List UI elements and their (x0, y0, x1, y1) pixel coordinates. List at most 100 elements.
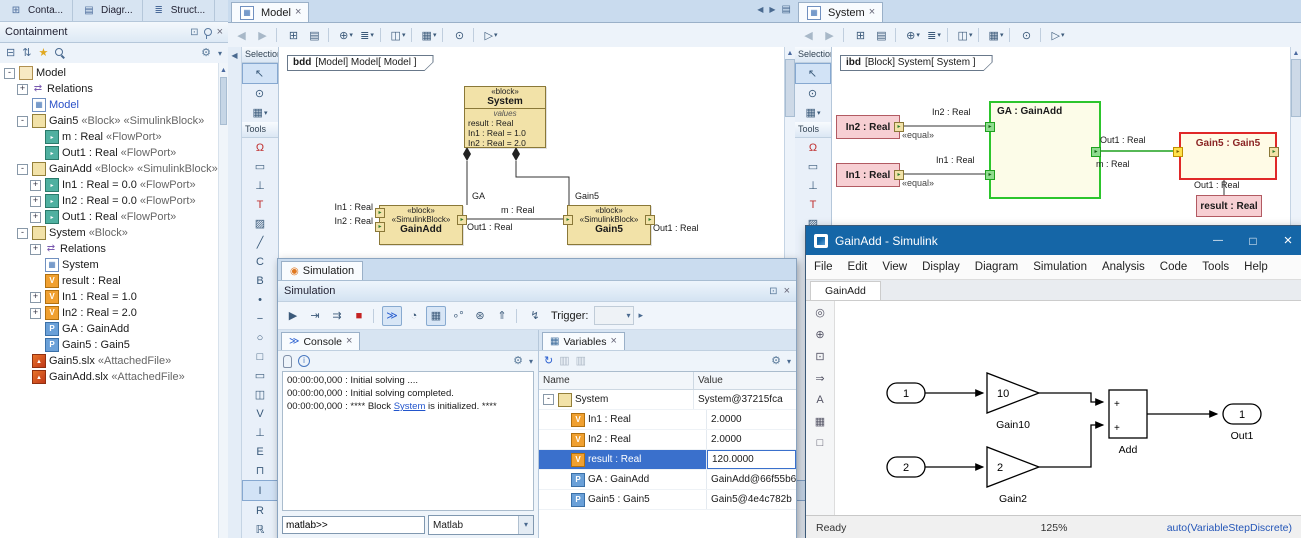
close-tab-icon[interactable] (295, 7, 301, 18)
pin-icon[interactable] (204, 28, 212, 36)
tree-item[interactable]: - Gain5 «Block» «SimulinkBlock» (0, 113, 219, 129)
sticky-selection-icon[interactable]: ⊙ (242, 84, 278, 103)
menu-item[interactable]: Edit (848, 261, 868, 273)
compartment-tool-icon[interactable]: ◫ (242, 385, 278, 404)
part-tool-icon[interactable]: ⊓ (242, 461, 278, 480)
expander-icon[interactable]: + (30, 180, 41, 191)
animation-icon[interactable]: ◔ (404, 306, 424, 326)
gain5-m-port-highlighted[interactable] (1173, 147, 1183, 157)
tree-item[interactable]: + In2 : Real = 0.0 «FlowPort» (0, 193, 219, 209)
containment-tool-icon[interactable]: C (242, 252, 278, 271)
chevron-down-icon[interactable] (218, 48, 222, 59)
language-select[interactable]: Matlab (428, 515, 534, 535)
model-browser-icon[interactable]: □ (817, 437, 824, 449)
tree-item[interactable]: GA : GainAdd (0, 321, 219, 337)
terminate-icon[interactable]: ■ (349, 306, 369, 326)
tree-item[interactable]: result : Real (0, 273, 219, 289)
tree-item[interactable]: + In2 : Real = 2.0 (0, 305, 219, 321)
show-hide-icon[interactable]: ◫ ▾ (955, 25, 975, 45)
system-link[interactable]: System (394, 401, 426, 412)
expander-icon[interactable]: + (30, 292, 41, 303)
text-tool-icon[interactable]: T (795, 195, 831, 214)
in1-flow-part[interactable]: In1 : Real (836, 163, 900, 187)
menu-item[interactable]: Analysis (1102, 261, 1145, 273)
in2-port[interactable] (375, 222, 385, 232)
run-icon[interactable]: ▷ ▾ (1048, 25, 1068, 45)
block-tool-icon[interactable]: B (242, 271, 278, 290)
gain5-block[interactable]: «block» «SimulinkBlock» Gain5 (567, 205, 651, 245)
select-tool-icon[interactable]: ↖ (242, 63, 278, 84)
common-tools-icon[interactable]: ▦ ▾ (795, 103, 831, 122)
column-value[interactable]: Value (694, 372, 796, 389)
expander-icon[interactable]: - (4, 68, 15, 79)
dock-tab[interactable]: Struct... (143, 0, 215, 21)
tree-item[interactable]: + Relations (0, 81, 219, 97)
save-image-icon[interactable]: ▤ (305, 25, 325, 45)
search-icon[interactable]: ⊙ (450, 25, 470, 45)
port-tool-icon[interactable]: ⊥ (242, 423, 278, 442)
simulink-titlebar[interactable]: GainAdd - Simulink (806, 226, 1301, 255)
magnet-tool-icon[interactable]: Ω (242, 138, 278, 157)
refresh-icon[interactable] (544, 356, 553, 367)
note-tool-icon[interactable]: ▭ (795, 157, 831, 176)
maximize-icon[interactable] (1239, 226, 1267, 255)
search-icon[interactable]: ⊙ (1017, 25, 1037, 45)
run-icon[interactable]: ▶ (283, 306, 303, 326)
interface-tool-icon[interactable]: I (242, 480, 278, 501)
layout-icon[interactable]: ≣ ▾ (924, 25, 944, 45)
gear-icon[interactable] (771, 356, 781, 367)
anchor-tool-icon[interactable]: ⊥ (795, 176, 831, 195)
matlab-input[interactable] (282, 516, 425, 534)
expander-icon[interactable]: - (17, 164, 28, 175)
separator[interactable] (328, 28, 333, 42)
separator[interactable] (895, 28, 900, 42)
tab-console[interactable]: Console (281, 332, 360, 350)
export-icon[interactable]: ⇑ (492, 306, 512, 326)
separator[interactable] (947, 28, 952, 42)
tree-item[interactable]: - GainAdd «Block» «SimulinkBlock» (0, 161, 219, 177)
trigger-icon[interactable]: ↯ (525, 306, 545, 326)
back-icon[interactable]: ◀ (232, 25, 252, 45)
export-table-icon[interactable] (559, 356, 569, 367)
expander-icon[interactable]: + (30, 196, 41, 207)
tree-item[interactable]: - Model (0, 65, 219, 81)
sticky-selection-icon[interactable]: ⊙ (795, 84, 831, 103)
separator-tool-icon[interactable]: ╱ (242, 233, 278, 252)
menu-item[interactable]: Diagram (975, 261, 1018, 273)
separator[interactable] (380, 28, 385, 42)
back-icon[interactable]: ◀ (799, 25, 819, 45)
run-icon[interactable]: ▷ ▾ (481, 25, 501, 45)
menu-item[interactable]: Help (1244, 261, 1268, 273)
tab-system[interactable]: System (798, 2, 883, 22)
search-icon[interactable] (55, 48, 66, 59)
scroll-up-icon[interactable] (1293, 47, 1300, 58)
layout-icon[interactable]: ≣ ▾ (357, 25, 377, 45)
common-tools-icon[interactable]: ▦ ▾ (242, 103, 278, 122)
annotation-icon[interactable]: A (816, 394, 823, 406)
gain5-out1-port[interactable] (1269, 147, 1279, 157)
import-table-icon[interactable] (576, 356, 586, 367)
expander-icon[interactable]: + (30, 244, 41, 255)
menu-item[interactable]: Simulation (1033, 261, 1087, 273)
separator[interactable] (473, 28, 478, 42)
ga-part-highlighted[interactable]: GA : GainAdd (989, 101, 1101, 199)
zoom-in-icon[interactable]: ⊕ (815, 328, 824, 341)
console-output[interactable]: 00:00:00,000 : Initial solving .... 00:0… (282, 371, 534, 511)
value-type-tool-icon[interactable]: V (242, 404, 278, 423)
anchor-tool-icon[interactable]: ⊥ (242, 176, 278, 195)
tree-item[interactable]: + Relations (0, 241, 219, 257)
column-name[interactable]: Name (539, 372, 694, 389)
out1-port[interactable] (457, 215, 467, 225)
gain2-block[interactable] (987, 447, 1039, 487)
tree-item[interactable]: Gain5 : Gain5 (0, 337, 219, 353)
square-tool-icon[interactable]: □ (242, 347, 278, 366)
save-image-icon[interactable]: ▤ (872, 25, 892, 45)
select-in-tree-icon[interactable]: ⊞ (851, 25, 871, 45)
info-icon[interactable] (298, 355, 310, 367)
attach-log-icon[interactable] (283, 355, 292, 368)
gain5-part-highlighted[interactable]: Gain5 : Gain5 (1179, 132, 1277, 180)
close-icon[interactable] (784, 286, 790, 297)
point-tool-icon[interactable]: • (242, 290, 278, 309)
scroll-tabs-right-icon[interactable] (769, 4, 775, 15)
real-tool-icon[interactable]: ℝ (242, 520, 278, 538)
